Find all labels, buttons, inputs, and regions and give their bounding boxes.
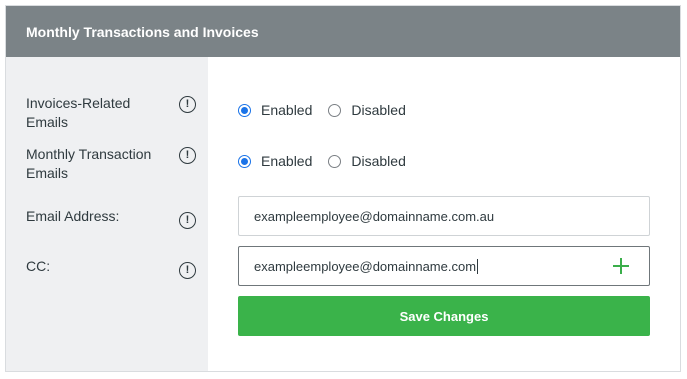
invoices-enabled-radio[interactable]	[238, 103, 251, 117]
invoices-emails-label: Invoices-Related Emails	[26, 95, 131, 130]
panel-title: Monthly Transactions and Invoices	[26, 23, 259, 40]
plus-icon[interactable]	[613, 258, 629, 274]
info-icon[interactable]: !	[179, 262, 196, 279]
save-changes-button[interactable]: Save Changes	[238, 296, 650, 336]
invoices-disabled-radio[interactable]	[328, 103, 342, 117]
invoices-enabled-label[interactable]: Enabled	[261, 102, 312, 118]
info-icon[interactable]: !	[179, 147, 196, 164]
cc-value: exampleemployee@domainname.com	[254, 258, 477, 274]
email-address-label: Email Address:	[26, 208, 120, 224]
monthly-disabled-label[interactable]: Disabled	[351, 153, 405, 169]
monthly-enabled-label[interactable]: Enabled	[261, 153, 312, 169]
monthly-emails-radio-group: Enabled Disabled	[238, 153, 422, 169]
label-column: Invoices-Related Emails ! Monthly Transa…	[6, 57, 208, 371]
settings-panel: Monthly Transactions and Invoices Invoic…	[5, 5, 681, 372]
invoices-disabled-label[interactable]: Disabled	[351, 102, 405, 118]
info-icon[interactable]: !	[179, 96, 196, 113]
cc-input[interactable]: exampleemployee@domainname.com	[238, 246, 650, 286]
monthly-emails-label: Monthly Transaction Emails	[26, 146, 152, 181]
invoices-emails-radio-group: Enabled Disabled	[238, 102, 422, 118]
text-caret	[477, 258, 479, 274]
cc-label: CC:	[26, 258, 51, 274]
email-address-value: exampleemployee@domainname.com.au	[254, 208, 495, 224]
panel-header: Monthly Transactions and Invoices	[6, 6, 680, 57]
monthly-disabled-radio[interactable]	[328, 154, 342, 168]
info-icon[interactable]: !	[179, 212, 196, 229]
monthly-enabled-radio[interactable]	[238, 154, 251, 168]
email-address-input[interactable]: exampleemployee@domainname.com.au	[238, 196, 650, 236]
